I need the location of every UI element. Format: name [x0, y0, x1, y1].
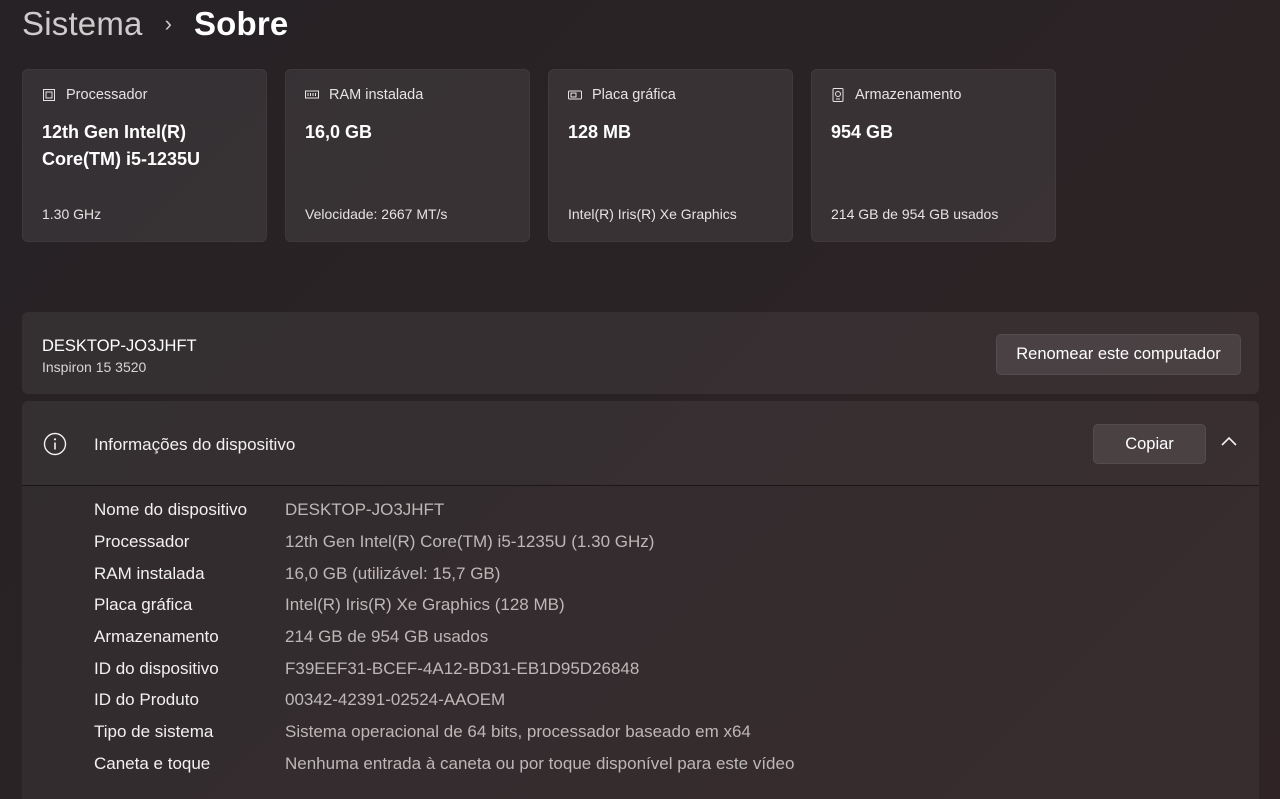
card-processor: Processador 12th Gen Intel(R) Core(TM) i… [22, 69, 267, 242]
breadcrumb: Sistema › Sobre [22, 4, 288, 44]
info-key: Tipo de sistema [94, 722, 214, 741]
info-row-system-type: Tipo de sistema Sistema operacional de 6… [94, 716, 751, 748]
info-row-device-id: ID do dispositivo F39EEF31-BCEF-4A12-BD3… [94, 653, 639, 685]
info-key: Armazenamento [94, 627, 219, 646]
info-value[interactable]: DESKTOP-JO3JHFT [285, 500, 444, 520]
info-row-device-name: Nome do dispositivo DESKTOP-JO3JHFT [94, 494, 444, 526]
device-info-title: Informações do dispositivo [94, 435, 296, 454]
info-value[interactable]: 16,0 GB (utilizável: 15,7 GB) [285, 564, 500, 584]
page-title: Sobre [193, 5, 289, 42]
info-key: Nome do dispositivo [94, 500, 248, 519]
card-value: 12th Gen Intel(R) Core(TM) i5-1235U [42, 122, 201, 169]
copy-button[interactable]: Copiar [1093, 424, 1206, 464]
rename-computer-button[interactable]: Renomear este computador [996, 334, 1241, 375]
card-label: Placa gráfica [592, 87, 676, 103]
card-subtext: Intel(R) Iris(R) Xe Graphics [568, 206, 737, 222]
info-row-processor: Processador 12th Gen Intel(R) Core(TM) i… [94, 526, 654, 558]
chevron-right-icon: › [164, 11, 172, 36]
info-key: RAM instalada [94, 564, 205, 583]
info-value[interactable]: F39EEF31-BCEF-4A12-BD31-EB1D95D26848 [285, 659, 639, 679]
storage-icon [831, 88, 845, 102]
info-row-product-id: ID do Produto 00342-42391-02524-AAOEM [94, 684, 505, 716]
device-info-header[interactable]: Informações do dispositivo Copiar [22, 401, 1259, 485]
info-row-gpu: Placa gráfica Intel(R) Iris(R) Xe Graphi… [94, 589, 565, 621]
processor-icon [42, 88, 56, 102]
info-value[interactable]: 00342-42391-02524-AAOEM [285, 690, 505, 710]
card-label: Armazenamento [855, 87, 962, 103]
card-storage: Armazenamento 954 GB 214 GB de 954 GB us… [811, 69, 1056, 242]
card-label: RAM instalada [329, 87, 424, 103]
card-value: 128 MB [568, 122, 632, 142]
info-value[interactable]: Sistema operacional de 64 bits, processa… [285, 722, 751, 742]
info-row-storage: Armazenamento 214 GB de 954 GB usados [94, 621, 488, 653]
card-subtext: 1.30 GHz [42, 206, 102, 222]
card-subtext: Velocidade: 2667 MT/s [305, 206, 448, 222]
info-value[interactable]: Nenhuma entrada à caneta ou por toque di… [285, 754, 794, 774]
info-key: Placa gráfica [94, 595, 193, 614]
info-icon [43, 432, 67, 456]
card-ram: RAM instalada 16,0 GB Velocidade: 2667 M… [285, 69, 530, 242]
card-value: 954 GB [831, 122, 894, 142]
info-value[interactable]: 214 GB de 954 GB usados [285, 627, 488, 647]
computer-name: DESKTOP-JO3JHFT [42, 337, 197, 355]
ram-icon [305, 88, 319, 102]
device-info-body: Nome do dispositivo DESKTOP-JO3JHFT Proc… [22, 486, 1259, 799]
info-key: Caneta e toque [94, 754, 211, 773]
computer-name-panel: DESKTOP-JO3JHFT Inspiron 15 3520 Renomea… [22, 312, 1259, 394]
info-value[interactable]: 12th Gen Intel(R) Core(TM) i5-1235U (1.3… [285, 532, 654, 552]
card-gpu: Placa gráfica 128 MB Intel(R) Iris(R) Xe… [548, 69, 793, 242]
computer-model: Inspiron 15 3520 [42, 359, 147, 375]
card-label: Processador [66, 87, 148, 103]
card-value: 16,0 GB [305, 122, 373, 142]
card-subtext: 214 GB de 954 GB usados [831, 206, 999, 222]
info-row-ram: RAM instalada 16,0 GB (utilizável: 15,7 … [94, 558, 500, 590]
gpu-icon [568, 88, 582, 102]
info-row-pen-touch: Caneta e toque Nenhuma entrada à caneta … [94, 748, 794, 780]
chevron-up-icon[interactable] [1220, 434, 1238, 448]
breadcrumb-parent[interactable]: Sistema [22, 5, 143, 43]
info-key: ID do Produto [94, 690, 199, 709]
info-key: ID do dispositivo [94, 659, 219, 678]
info-value[interactable]: Intel(R) Iris(R) Xe Graphics (128 MB) [285, 595, 565, 615]
info-key: Processador [94, 532, 190, 551]
